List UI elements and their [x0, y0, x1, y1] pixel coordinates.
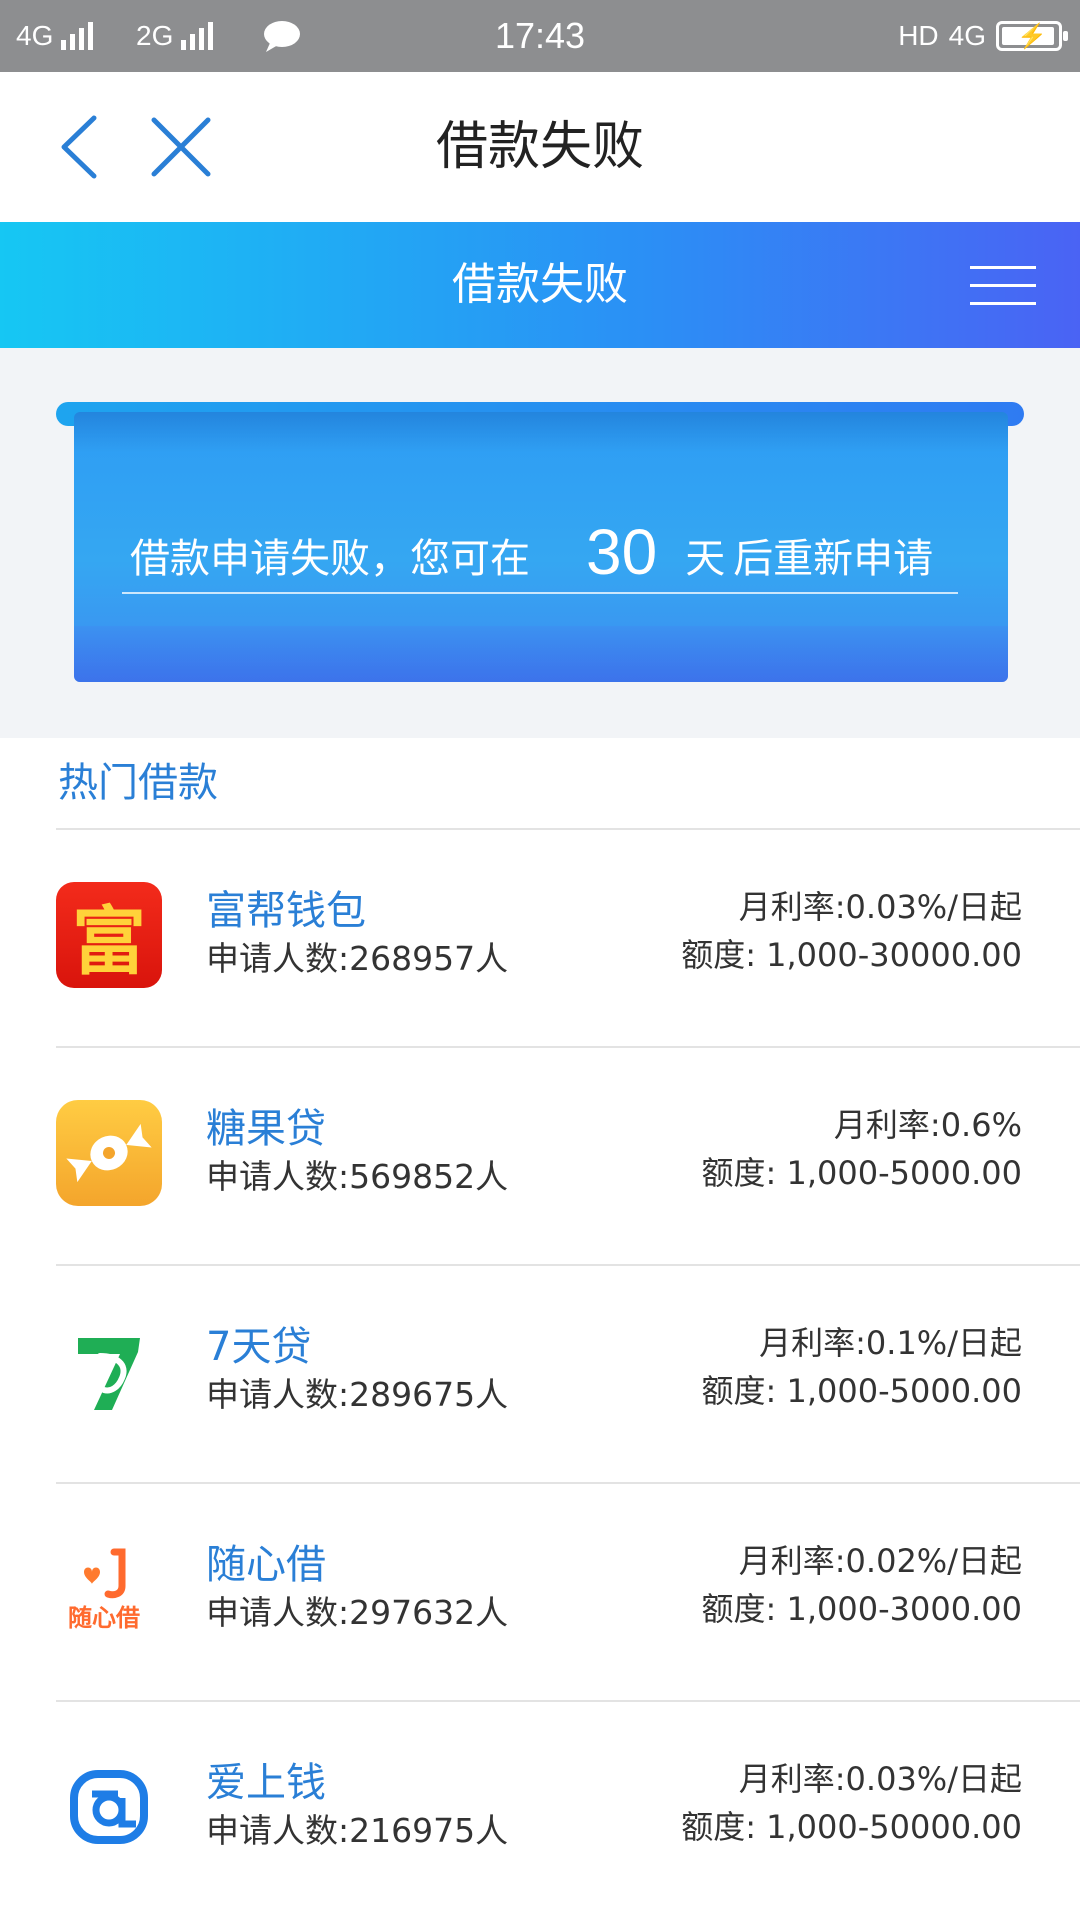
loan-item-candy[interactable]: 糖果贷 申请人数:569852人 月利率:0.6% 额度: 1,000-5000… [0, 1048, 1080, 1266]
loan-applicants: 申请人数:216975人 [206, 1811, 509, 1850]
loan-item-suixin[interactable]: 随心借 随心借 申请人数:297632人 月利率:0.02%/日起 额度: 1,… [0, 1484, 1080, 1702]
loan-applicants: 申请人数:289675人 [206, 1375, 509, 1414]
loan-rate: 月利率:0.02%/日起 [738, 1542, 1022, 1580]
network-label-3: 4G [948, 20, 986, 51]
loan-rate: 月利率:0.6% [833, 1106, 1022, 1144]
header-title: 借款失败 [452, 259, 628, 310]
fubang-logo-icon: 富 [56, 882, 162, 988]
status-bar: 4G 2G 17:43 HD 4G ⚡ [0, 0, 1080, 72]
loan-item-aishangqian[interactable]: 爱上钱 申请人数:216975人 月利率:0.03%/日起 额度: 1,000-… [0, 1702, 1080, 1920]
hd-label: HD [898, 20, 939, 51]
loan-quota: 额度: 1,000-5000.00 [701, 1372, 1022, 1410]
nav-bar: 借款失败 [0, 72, 1080, 222]
loan-applicants: 申请人数:569852人 [206, 1157, 509, 1196]
aishangqian-logo-icon [56, 1754, 162, 1860]
battery-icon: ⚡ [996, 21, 1068, 51]
banner-area: 借款申请失败，您可在 30 天 后重新申请 [0, 348, 1080, 738]
banner-days: 30 [586, 516, 658, 588]
section-title-hot-loans: 热门借款 [58, 760, 218, 806]
suixin-logo-text: 随心借 [68, 1604, 140, 1632]
loan-name: 爱上钱 [206, 1760, 326, 1806]
seven-logo-icon [56, 1318, 162, 1424]
loan-rate: 月利率:0.1%/日起 [759, 1324, 1022, 1362]
loan-applicants: 申请人数:268957人 [206, 939, 509, 978]
suixin-logo-icon: 随心借 [56, 1536, 162, 1642]
loan-quota: 额度: 1,000-30000.00 [681, 936, 1022, 974]
loan-name: 7天贷 [206, 1324, 312, 1370]
loan-rate: 月利率:0.03%/日起 [738, 888, 1022, 926]
loan-quota: 额度: 1,000-3000.00 [701, 1590, 1022, 1628]
loan-name: 糖果贷 [206, 1106, 326, 1152]
loan-name: 随心借 [206, 1542, 326, 1588]
menu-icon[interactable] [970, 262, 1036, 310]
banner-days-unit: 天 [685, 536, 726, 582]
candy-logo-icon [56, 1100, 162, 1206]
loan-quota: 额度: 1,000-50000.00 [681, 1808, 1022, 1846]
blue-header: 借款失败 [0, 222, 1080, 348]
page-title: 借款失败 [435, 117, 644, 177]
status-right: HD 4G ⚡ [898, 0, 1068, 72]
loan-name: 富帮钱包 [206, 888, 366, 934]
loan-rate: 月利率:0.03%/日起 [738, 1760, 1022, 1798]
banner-text-before: 借款申请失败，您可在 [130, 536, 530, 582]
loan-item-fubang[interactable]: 富 富帮钱包 申请人数:268957人 月利率:0.03%/日起 额度: 1,0… [0, 830, 1080, 1048]
banner-underline [122, 592, 958, 594]
loan-item-7day[interactable]: 7天贷 申请人数:289675人 月利率:0.1%/日起 额度: 1,000-5… [0, 1266, 1080, 1484]
failure-banner: 借款申请失败，您可在 30 天 后重新申请 [74, 412, 1008, 682]
loan-quota: 额度: 1,000-5000.00 [701, 1154, 1022, 1192]
banner-message: 借款申请失败，您可在 30 天 后重新申请 [130, 514, 956, 584]
loan-applicants: 申请人数:297632人 [206, 1593, 509, 1632]
banner-text-after: 后重新申请 [733, 536, 934, 582]
